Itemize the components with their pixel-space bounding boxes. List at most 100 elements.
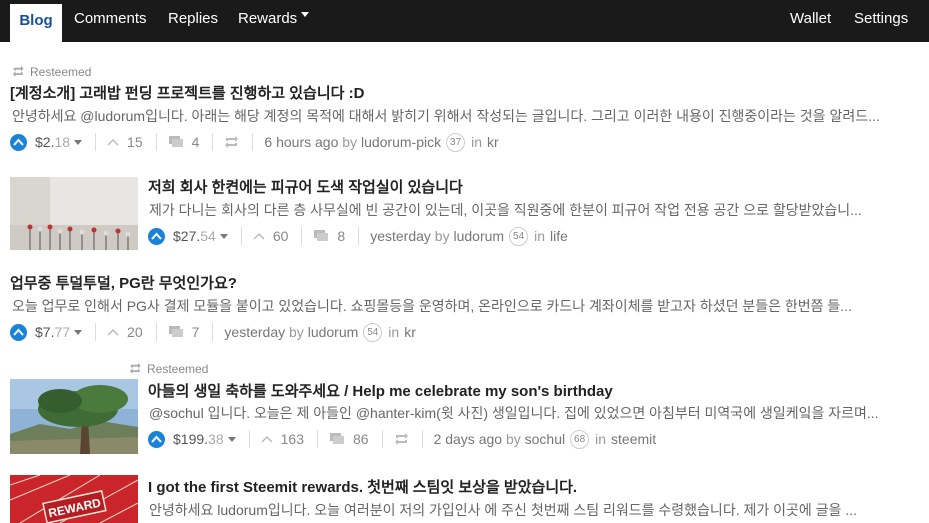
chevron-down-icon[interactable] bbox=[219, 233, 228, 239]
tab-settings[interactable]: Settings bbox=[854, 0, 908, 42]
post-title[interactable]: 업무중 투덜투덜, PG란 무엇인가요? bbox=[10, 272, 237, 293]
resteemed-indicator: Resteemed bbox=[12, 65, 91, 79]
resteem-icon[interactable] bbox=[224, 136, 239, 148]
author-name[interactable]: ludorum bbox=[308, 324, 359, 340]
payout-int: $199. bbox=[173, 431, 209, 447]
resteemed-indicator: Resteemed bbox=[129, 362, 208, 376]
payout-int: $27. bbox=[173, 228, 201, 244]
post-excerpt[interactable]: 안녕하세요 @ludorum입니다. 아래는 해당 계정의 목적에 대해서 밝히… bbox=[12, 106, 922, 126]
tab-replies[interactable]: Replies bbox=[168, 0, 218, 42]
vote-count[interactable]: 20 bbox=[127, 324, 143, 340]
comments-icon[interactable] bbox=[313, 229, 329, 243]
tab-wallet[interactable]: Wallet bbox=[790, 0, 831, 42]
in-label: in bbox=[388, 324, 400, 340]
post-thumbnail[interactable] bbox=[10, 177, 138, 250]
chevron-up-icon bbox=[107, 138, 119, 146]
post-category[interactable]: steemit bbox=[611, 431, 656, 447]
vote-count[interactable]: 163 bbox=[281, 431, 304, 447]
upvote-icon[interactable] bbox=[10, 323, 27, 341]
post-title[interactable]: [계정소개] 고래밥 펀딩 프로젝트를 진행하고 있습니다 :D bbox=[10, 82, 364, 103]
chevron-down-icon[interactable] bbox=[74, 329, 83, 335]
upvote-icon[interactable] bbox=[10, 133, 27, 151]
tab-rewards[interactable]: Rewards bbox=[238, 0, 310, 42]
tab-comments[interactable]: Comments bbox=[74, 0, 147, 42]
post-thumbnail[interactable]: REWARD bbox=[10, 475, 138, 523]
payout-dec: 18 bbox=[54, 134, 71, 150]
post-category[interactable]: life bbox=[550, 228, 568, 244]
resteem-icon bbox=[129, 363, 141, 374]
comment-count[interactable]: 4 bbox=[192, 134, 200, 150]
post-meta: $199.38 163 86 2 days ago by sochul 68 i… bbox=[148, 429, 656, 449]
post-excerpt[interactable]: @sochul 입니다. 오늘은 제 아들인 @hanter-kim(윗 사진)… bbox=[149, 403, 919, 423]
chevron-down-icon[interactable] bbox=[227, 436, 236, 442]
author-name[interactable]: ludorum bbox=[453, 228, 504, 244]
divider bbox=[95, 323, 97, 341]
divider bbox=[316, 430, 318, 448]
post-thumbnail[interactable] bbox=[10, 379, 138, 454]
reputation-badge: 68 bbox=[570, 429, 590, 449]
in-label: in bbox=[534, 228, 545, 244]
post-meta: $27.54 60 8 yesterday by ludorum 54 in li… bbox=[148, 226, 568, 246]
chevron-up-icon bbox=[253, 232, 265, 240]
by-label: by bbox=[505, 431, 521, 447]
post-time[interactable]: yesterday bbox=[224, 324, 285, 340]
divider bbox=[155, 323, 157, 341]
upvote-icon[interactable] bbox=[148, 227, 165, 245]
in-label: in bbox=[471, 134, 482, 150]
reputation-badge: 54 bbox=[509, 226, 529, 246]
post-title[interactable]: I got the first Steemit rewards. 첫번째 스팀잇… bbox=[148, 476, 577, 497]
divider bbox=[248, 430, 250, 448]
payout-dec: 38 bbox=[208, 431, 224, 447]
in-label: in bbox=[595, 431, 607, 447]
comments-icon[interactable] bbox=[168, 135, 184, 149]
divider bbox=[358, 227, 360, 245]
comments-icon[interactable] bbox=[168, 325, 184, 339]
author-name[interactable]: ludorum-pick bbox=[361, 134, 441, 150]
author-name[interactable]: sochul bbox=[525, 431, 565, 447]
payout-dec: 77 bbox=[54, 324, 71, 340]
vote-count[interactable]: 15 bbox=[127, 134, 143, 150]
divider bbox=[95, 133, 97, 151]
tab-rewards-label: Rewards bbox=[238, 10, 298, 27]
comments-icon[interactable] bbox=[329, 432, 345, 446]
payout-value[interactable]: $27.54 bbox=[173, 228, 216, 244]
post-excerpt[interactable]: 오늘 업무로 인해서 PG사 결제 모듈을 붙이고 있었습니다. 쇼핑몰등을 운… bbox=[12, 296, 892, 316]
tab-blog[interactable]: Blog bbox=[10, 0, 62, 42]
post-meta: $2.18 15 4 6 hours ago by ludorum-pick 3… bbox=[10, 132, 499, 152]
reputation-badge: 37 bbox=[446, 132, 466, 152]
by-label: by bbox=[434, 228, 450, 244]
post-time[interactable]: 6 hours ago bbox=[264, 134, 338, 150]
payout-int: $2. bbox=[35, 134, 55, 150]
top-nav: Blog Comments Replies Rewards Wallet Set… bbox=[0, 0, 929, 42]
payout-dec: 54 bbox=[200, 228, 216, 244]
divider bbox=[252, 133, 254, 151]
divider bbox=[381, 430, 383, 448]
payout-value[interactable]: $2.18 bbox=[35, 134, 70, 150]
post-category[interactable]: kr bbox=[487, 134, 499, 150]
post-title[interactable]: 아들의 생일 축하를 도와주세요 / Help me celebrate my … bbox=[148, 380, 613, 401]
post-time[interactable]: yesterday bbox=[370, 228, 431, 244]
payout-value[interactable]: $7.77 bbox=[35, 324, 70, 340]
divider bbox=[421, 430, 423, 448]
resteem-icon[interactable] bbox=[394, 433, 409, 445]
comment-count[interactable]: 86 bbox=[353, 431, 369, 447]
chevron-up-icon bbox=[261, 435, 273, 443]
divider bbox=[155, 133, 157, 151]
comment-count[interactable]: 8 bbox=[337, 228, 345, 244]
by-label: by bbox=[289, 324, 304, 340]
resteemed-label: Resteemed bbox=[147, 362, 209, 376]
reputation-badge: 54 bbox=[363, 322, 383, 342]
post-excerpt[interactable]: 안녕하세요 ludorum입니다. 오늘 여러분이 저의 가입인사 에 주신 첫… bbox=[149, 500, 899, 520]
post-excerpt[interactable]: 제가 다니는 회사의 다른 층 사무실에 빈 공간이 있는데, 이곳을 직원중에… bbox=[149, 200, 909, 220]
chevron-down-icon bbox=[301, 12, 310, 17]
vote-count[interactable]: 60 bbox=[273, 228, 289, 244]
divider bbox=[212, 133, 214, 151]
upvote-icon[interactable] bbox=[148, 430, 165, 448]
chevron-down-icon[interactable] bbox=[74, 139, 83, 145]
divider bbox=[212, 323, 214, 341]
post-title[interactable]: 저희 회사 한켠에는 피규어 도색 작업실이 있습니다 bbox=[148, 176, 463, 197]
comment-count[interactable]: 7 bbox=[192, 324, 200, 340]
post-time[interactable]: 2 days ago bbox=[434, 431, 503, 447]
post-category[interactable]: kr bbox=[404, 324, 416, 340]
payout-value[interactable]: $199.38 bbox=[173, 431, 224, 447]
